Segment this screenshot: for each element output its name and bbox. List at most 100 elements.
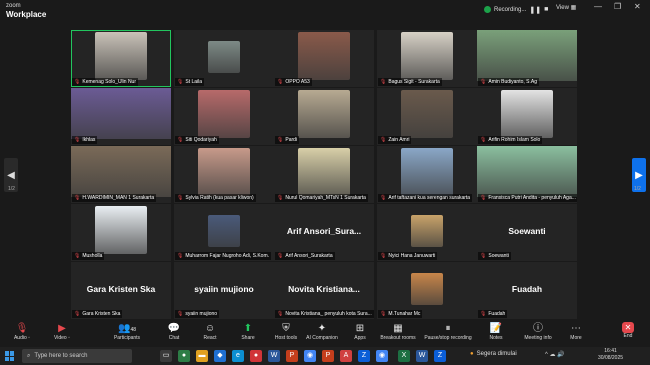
participant-tile[interactable]: 🎙 Bagus Sigit - Surakarta: [377, 30, 477, 87]
participant-tile[interactable]: 🎙 Fransisca Putri Andita - penyuluh Aga..…: [477, 146, 577, 203]
share-button[interactable]: ⬆ Share: [228, 322, 268, 341]
chrome-icon-2[interactable]: ◉: [376, 350, 388, 362]
recording-indicator[interactable]: Recording... ❚❚ ■: [484, 3, 548, 16]
system-tray[interactable]: ^ ☁ 🔊: [545, 351, 565, 358]
participant-tile[interactable]: 🎙 St Laila: [174, 30, 274, 87]
view-button[interactable]: View ▦: [556, 4, 576, 11]
taskbar-search[interactable]: ⌕ Type here to search: [22, 349, 132, 363]
powerpoint-icon[interactable]: P: [286, 350, 298, 362]
store-icon[interactable]: ◆: [214, 350, 226, 362]
participants-button[interactable]: 👥48 Participants: [107, 322, 147, 341]
app-icon[interactable]: ●: [178, 350, 190, 362]
acrobat-icon[interactable]: A: [340, 350, 352, 362]
zoom-taskbar-icon-2[interactable]: Z: [434, 350, 446, 362]
participant-tile[interactable]: 🎙 Zain Amri: [377, 88, 477, 145]
breakout-rooms-button[interactable]: ▦ Breakout rooms: [378, 322, 418, 341]
participant-tile[interactable]: syaiin mujiono 🎙 syaiin mujiono: [174, 262, 274, 319]
apps-button[interactable]: ⊞ Apps: [340, 322, 380, 341]
chrome-icon[interactable]: ◉: [304, 350, 316, 362]
minimize-icon[interactable]: —: [594, 2, 602, 11]
page-indicator-left: 1/2: [8, 186, 15, 192]
participant-tile[interactable]: 🎙 Arifin Rohim Islam Solo: [477, 88, 577, 145]
participant-tile[interactable]: 🎙 Nurul Qomariyah_MTsN 1 Surakarta: [274, 146, 374, 203]
audio-button[interactable]: 🎙 Audio ^: [2, 322, 42, 341]
chat-button[interactable]: 💬 Chat: [154, 322, 194, 341]
participant-video: [411, 273, 443, 305]
participant-tile[interactable]: 🎙 Siti Qodariyah: [174, 88, 274, 145]
participant-name-label: 🎙 Arifin Rohim Islam Solo: [478, 136, 543, 144]
participant-tile[interactable]: 🎙 Nyici Hana Januwarti: [377, 204, 477, 261]
maximize-icon[interactable]: ❐: [614, 2, 621, 11]
participant-tile[interactable]: 🎙 Arif taftazani kua serengan surakarta: [377, 146, 477, 203]
react-button[interactable]: ☺ React: [190, 322, 230, 341]
microphone-muted-icon: 🎙: [177, 253, 184, 259]
participant-name: Arifin Rohim Islam Solo: [488, 137, 541, 143]
participant-video: [198, 90, 250, 138]
participant-tile[interactable]: Novita Kristiana... 🎙 Novita Kristiana_ pe…: [274, 262, 374, 319]
word-icon[interactable]: W: [268, 350, 280, 362]
microphone-muted-icon: 🎙: [380, 195, 387, 201]
participant-name: Fuadah: [488, 311, 506, 317]
participant-name-label: 🎙 Kemenag Solo_Ulin Nur: [72, 78, 138, 86]
microphone-muted-icon: 🎙: [277, 195, 284, 201]
participant-tile[interactable]: 🎙 OPPO A53: [274, 30, 374, 87]
participants-icon: 👥48: [117, 323, 136, 334]
windows-start-icon[interactable]: [5, 351, 15, 361]
microphone-muted-icon: 🎙: [74, 311, 81, 317]
participant-tile[interactable]: Arif Ansori_Sura... 🎙 Arif Ansori_Surakart…: [274, 204, 374, 261]
weather-widget[interactable]: ● Segera dimulai: [470, 351, 517, 357]
microphone-muted-icon: 🎙: [480, 311, 487, 317]
taskbar-clock[interactable]: 16:41 30/08/2025: [598, 348, 623, 362]
word-icon-2[interactable]: W: [416, 350, 428, 362]
pause-icon[interactable]: ❚❚: [529, 6, 541, 14]
video-button[interactable]: ▶ Video ^: [42, 322, 82, 341]
participant-name-label: 🎙 Sylvia Ratih (kua pasar kliwon): [175, 194, 256, 202]
participant-video: [95, 32, 147, 80]
edge-icon[interactable]: e: [232, 350, 244, 362]
participant-tile[interactable]: Fuadah 🎙 Fuadah: [477, 262, 577, 319]
participant-tile[interactable]: 🎙 Pardi: [274, 88, 374, 145]
task-view-icon[interactable]: ▭: [160, 350, 172, 362]
participant-tile[interactable]: 🎙 Sylvia Ratih (kua pasar kliwon): [174, 146, 274, 203]
participant-tile[interactable]: Soewanti 🎙 Soewanti: [477, 204, 577, 261]
participant-name-label: 🎙 Nurul Qomariyah_MTsN 1 Surakarta: [275, 194, 368, 202]
participant-tile[interactable]: 🎙 Muharrom Fajar Nugroho Adi, S.Kom.: [174, 204, 274, 261]
zoom-taskbar-icon[interactable]: Z: [358, 350, 370, 362]
participant-tile[interactable]: 🎙 M.Tunahar Mc: [377, 262, 477, 319]
stop-icon[interactable]: ■: [544, 6, 548, 13]
ai-companion-button[interactable]: ✦ AI Companion: [302, 322, 342, 341]
participant-tile[interactable]: 🎙 Amin Budiyanto, S.Ag: [477, 30, 577, 87]
participant-name: Kemenag Solo_Ulin Nur: [82, 79, 136, 85]
shield-check-icon: ⛨: [282, 323, 290, 334]
participant-name-label: 🎙 Siti Qodariyah: [175, 136, 219, 144]
title-bar: zoom Workplace Recording... ❚❚ ■ View ▦ …: [0, 0, 650, 20]
close-icon[interactable]: ✕: [634, 2, 641, 11]
participant-name: syaiin mujiono: [185, 311, 218, 317]
participant-name-label: 🎙 Bagus Sigit - Surakarta: [378, 78, 442, 86]
participant-name-label: 🎙 Arif Ansori_Surakarta: [275, 252, 335, 260]
meeting-info-button[interactable]: ⓘ Meeting info: [518, 322, 558, 341]
participant-tile[interactable]: Gara Kristen Ska 🎙 Gara Kristen Ska: [71, 262, 171, 319]
brand-top: zoom: [6, 3, 21, 9]
more-button[interactable]: ⋯ More: [556, 322, 596, 341]
excel-icon[interactable]: X: [398, 350, 410, 362]
app-icon-red[interactable]: ●: [250, 350, 262, 362]
participant-name: Fransisca Putri Andita - penyuluh Aga...: [488, 195, 576, 201]
share-arrow-icon: ⬆: [243, 323, 253, 334]
host-tools-button[interactable]: ⛨ Host tools: [266, 322, 306, 341]
microphone-muted-icon: 🎙: [277, 253, 284, 259]
end-button[interactable]: ✕ End: [608, 322, 648, 339]
meeting-toolbar: 🎙 Audio ^ ▶ Video ^ 👥48 Participants 💬 Chat …: [0, 320, 650, 347]
notes-button[interactable]: 📝 Notes: [476, 322, 516, 341]
microphone-muted-icon: 🎙: [74, 137, 81, 143]
participant-video: [477, 30, 577, 81]
pause-stop-recording-button[interactable]: ⏸ Pause/stop recording: [424, 322, 472, 341]
participant-video: [477, 146, 577, 197]
file-explorer-icon[interactable]: ▬: [196, 350, 208, 362]
powerpoint-icon-2[interactable]: P: [322, 350, 334, 362]
participant-tile[interactable]: 🎙 Kemenag Solo_Ulin Nur: [71, 30, 171, 87]
participant-tile[interactable]: 🎙 Musholla: [71, 204, 171, 261]
microphone-muted-icon: 🎙: [277, 311, 284, 317]
participant-tile[interactable]: 🎙 H.WARDIMIN_MAN 1 Surakarta: [71, 146, 171, 203]
participant-tile[interactable]: 🎙 Ikhlas: [71, 88, 171, 145]
